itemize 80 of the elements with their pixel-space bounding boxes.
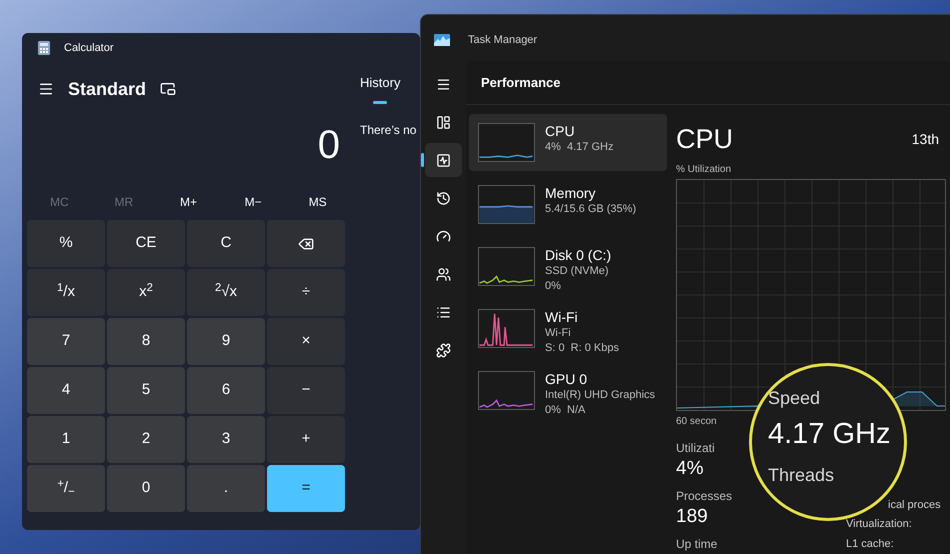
menu-icon <box>436 76 451 92</box>
calculator-key[interactable]: C <box>187 220 265 267</box>
calculator-key[interactable]: × <box>267 318 345 365</box>
calculator-key[interactable]: 9 <box>187 318 265 365</box>
menu-icon[interactable] <box>38 81 54 97</box>
device-item[interactable]: CPU 4% 4.17 GHz <box>469 114 667 171</box>
keep-on-top-icon[interactable] <box>160 81 176 97</box>
window-title: Calculator <box>64 40 114 56</box>
device-detail: S: 0 R: 0 Kbps <box>545 341 619 356</box>
calculator-key[interactable]: 7 <box>27 318 105 365</box>
task-manager-icon <box>434 34 450 46</box>
history-tab[interactable]: History <box>360 73 400 104</box>
calculator-key[interactable]: . <box>187 465 265 512</box>
threads-label: Threads <box>768 464 834 486</box>
device-name: Disk 0 (C:) <box>545 247 612 264</box>
detail-title: CPU <box>676 123 734 156</box>
calculator-key[interactable]: $^{1}$/x <box>27 269 105 316</box>
spec-label: Virtualization: <box>846 517 912 532</box>
stat-value: 189 <box>676 504 708 528</box>
device-detail: Intel(R) UHD Graphics <box>545 388 656 403</box>
calculator-key[interactable]: 5 <box>107 367 185 414</box>
calculator-key[interactable]: 0 <box>107 465 185 512</box>
calculator-key[interactable]: − <box>267 367 345 414</box>
backspace-key[interactable] <box>267 220 345 267</box>
history-icon <box>436 190 451 206</box>
calculator-display: 0 <box>318 122 340 169</box>
memory-button[interactable]: M+ <box>156 193 221 211</box>
device-detail: 0% N/A <box>545 403 586 418</box>
history-message: There’s no <box>360 122 418 138</box>
device-name: CPU <box>545 123 576 140</box>
device-detail: Wi-Fi <box>545 326 572 341</box>
calculator-key[interactable]: + <box>267 416 345 463</box>
puzzle-icon <box>436 342 451 358</box>
users-icon <box>436 266 451 282</box>
device-name: GPU 0 <box>545 371 588 388</box>
stat-label: Processes <box>676 488 732 504</box>
calculator-key[interactable]: ÷ <box>267 269 345 316</box>
list-icon <box>436 304 451 320</box>
speed-label: Speed <box>768 387 820 410</box>
calculator-key[interactable]: 8 <box>107 318 185 365</box>
mode-title: Standard <box>68 78 146 100</box>
device-detail: 4% 4.17 GHz <box>545 140 614 155</box>
calculator-key[interactable]: $^{+}$/$_{−}$ <box>27 465 105 512</box>
calculator-key[interactable]: = <box>267 465 345 512</box>
stat-value: 4% <box>676 456 704 480</box>
device-item[interactable]: Wi-Fi Wi-Fi S: 0 R: 0 Kbps <box>469 300 667 357</box>
stat-label: Up time <box>676 536 718 552</box>
calculator-key[interactable]: 6 <box>187 367 265 414</box>
calculator-key[interactable]: $^{2}$√x <box>187 269 265 316</box>
processor-name: 13th <box>912 130 939 149</box>
calculator-key[interactable]: x$^{2}$ <box>107 269 185 316</box>
calculator-key[interactable]: % <box>27 220 105 267</box>
page-title: Performance <box>481 74 560 92</box>
device-detail: SSD (NVMe) <box>545 264 610 279</box>
spec-label: ical proces <box>888 498 941 512</box>
speed-value: 4.17 GHz <box>768 417 890 452</box>
device-item[interactable]: Memory 5.4/15.6 GB (35%) <box>469 176 667 233</box>
memory-button[interactable]: M− <box>220 193 286 211</box>
panel-icon <box>436 114 451 130</box>
memory-button[interactable]: MS <box>285 193 350 211</box>
window-title: Task Manager <box>468 32 538 48</box>
gauge-icon <box>436 228 451 244</box>
device-item[interactable]: GPU 0 Intel(R) UHD Graphics 0% N/A <box>469 362 667 419</box>
device-name: Wi-Fi <box>545 309 579 326</box>
calculator-key[interactable]: 3 <box>187 416 265 463</box>
device-detail: 5.4/15.6 GB (35%) <box>545 202 636 217</box>
stat-label: Utilizati <box>676 440 715 456</box>
device-name: Memory <box>545 185 597 202</box>
spec-label: L1 cache: <box>846 536 894 552</box>
time-label: 60 secon <box>676 414 718 428</box>
calculator-icon <box>38 41 50 55</box>
pulse-icon <box>436 152 451 168</box>
backspace-icon <box>298 236 314 252</box>
device-item[interactable]: Disk 0 (C:) SSD (NVMe) 0% <box>469 238 667 295</box>
device-detail: 0% <box>545 279 562 294</box>
graph-label: % Utilization <box>676 162 732 176</box>
calculator-key[interactable]: 1 <box>27 416 105 463</box>
calculator-key[interactable]: CE <box>107 220 185 267</box>
calculator-key[interactable]: 2 <box>107 416 185 463</box>
calculator-key[interactable]: 4 <box>27 367 105 414</box>
